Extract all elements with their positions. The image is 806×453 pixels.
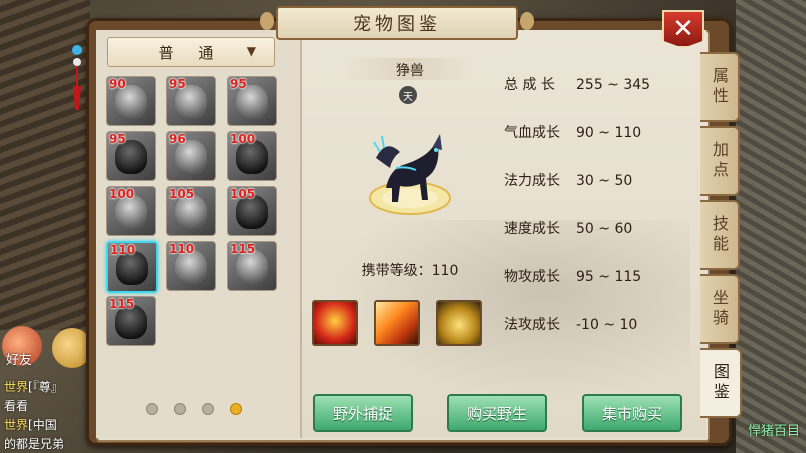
side-tab[interactable]: 坐骑: [700, 274, 740, 344]
pet-thumbnail[interactable]: 95: [166, 76, 216, 126]
close-button[interactable]: ✕: [662, 10, 704, 48]
side-tab[interactable]: 属性: [700, 52, 740, 122]
stat-label: 法力成长: [504, 173, 560, 189]
rank-badge: 天: [399, 86, 417, 104]
stat-row: 总 成 长 255 ~ 345: [504, 74, 650, 94]
buy-wild-button[interactable]: 购买野生: [447, 394, 547, 432]
wild-catch-button[interactable]: 野外捕捉: [313, 394, 413, 432]
pet-level: 100: [109, 187, 135, 201]
pet-model-image: [369, 134, 451, 215]
pet-thumbnail[interactable]: 95: [106, 131, 156, 181]
page-dot[interactable]: [146, 403, 158, 415]
pet-thumbnail[interactable]: 110: [106, 241, 158, 293]
stat-row: 气血成长 90 ~ 110: [504, 122, 641, 142]
pet-level: 95: [230, 77, 247, 91]
chat-channel: 世界: [4, 418, 29, 432]
tassel-ornament-icon: [72, 45, 82, 110]
stat-label: 速度成长: [504, 221, 560, 237]
stat-value: 90 ~ 110: [576, 125, 642, 141]
pet-level: 95: [109, 132, 126, 146]
pet-thumbnail[interactable]: 115: [106, 296, 156, 346]
pet-level: 100: [230, 132, 256, 146]
pet-level: 115: [109, 297, 135, 311]
chat-line: 看看: [4, 397, 28, 414]
stat-value: 50 ~ 60: [576, 221, 633, 237]
stat-row: 法攻成长 -10 ~ 10: [504, 314, 637, 334]
page-dot[interactable]: [230, 403, 242, 415]
side-tab[interactable]: 图鉴: [700, 348, 742, 418]
fire-bird-skill-icon[interactable]: [312, 300, 358, 346]
quality-filter-dropdown[interactable]: 普 通 ▼: [107, 37, 275, 67]
stat-label: 气血成长: [504, 125, 560, 141]
pet-name: 狰兽: [396, 63, 424, 79]
pet-thumbnail[interactable]: 105: [166, 186, 216, 236]
pet-thumbnail[interactable]: 95: [227, 76, 277, 126]
pet-level: 96: [169, 132, 186, 146]
stat-label: 总 成 长: [504, 77, 555, 93]
chat-line: 世界[中国: [4, 416, 57, 433]
side-tab[interactable]: 加点: [700, 126, 740, 196]
page-indicator: [146, 403, 242, 415]
background-tiles: [736, 0, 806, 453]
stat-label: 物攻成长: [504, 269, 560, 285]
chevron-down-icon: ▼: [246, 44, 256, 58]
golden-wing-skill-icon[interactable]: [436, 300, 482, 346]
chat-text: [『尊』: [28, 380, 63, 394]
stat-value: 95 ~ 115: [576, 269, 642, 285]
stat-row: 法力成长 30 ~ 50: [504, 170, 632, 190]
pet-thumbnail[interactable]: 105: [227, 186, 277, 236]
market-buy-button[interactable]: 集市购买: [582, 394, 682, 432]
page-dot[interactable]: [174, 403, 186, 415]
side-tab[interactable]: 技能: [700, 200, 740, 270]
pet-thumbnail[interactable]: 96: [166, 131, 216, 181]
flame-burst-skill-icon[interactable]: [374, 300, 420, 346]
chat-text: 看看: [4, 399, 29, 413]
stat-row: 物攻成长 95 ~ 115: [504, 266, 641, 286]
pet-level: 105: [169, 187, 195, 201]
chat-text: 的都是兄弟: [4, 437, 65, 451]
pet-level: 110: [110, 243, 136, 257]
pet-thumbnail[interactable]: 100: [227, 131, 277, 181]
carry-level: 携带等级：110: [361, 263, 459, 279]
pet-level: 115: [230, 242, 256, 256]
pet-level: 110: [169, 242, 195, 256]
stat-value: -10 ~ 10: [576, 317, 638, 333]
pet-level: 90: [109, 77, 126, 91]
stat-value: 255 ~ 345: [576, 77, 651, 93]
stat-label: 法攻成长: [504, 317, 560, 333]
pet-thumbnail[interactable]: 90: [106, 76, 156, 126]
player-name-text: 悍猪百目: [747, 424, 800, 439]
chat-text: [中国: [28, 418, 57, 432]
stat-row: 速度成长 50 ~ 60: [504, 218, 632, 238]
page-dot[interactable]: [202, 403, 214, 415]
friend-label[interactable]: 好友: [6, 349, 32, 368]
chat-channel: 世界: [4, 380, 29, 394]
window-title: 宠物图鉴: [260, 6, 534, 40]
pet-thumbnail[interactable]: 100: [106, 186, 156, 236]
chat-line: 世界[『尊』: [4, 378, 63, 395]
pet-thumbnail[interactable]: 115: [227, 241, 277, 291]
pet-level: 95: [169, 77, 186, 91]
dropdown-value: 普 通: [158, 43, 224, 62]
pet-level: 105: [230, 187, 256, 201]
pet-thumbnail[interactable]: 110: [166, 241, 216, 291]
stat-value: 30 ~ 50: [576, 173, 633, 189]
chat-line: 的都是兄弟: [4, 435, 64, 452]
